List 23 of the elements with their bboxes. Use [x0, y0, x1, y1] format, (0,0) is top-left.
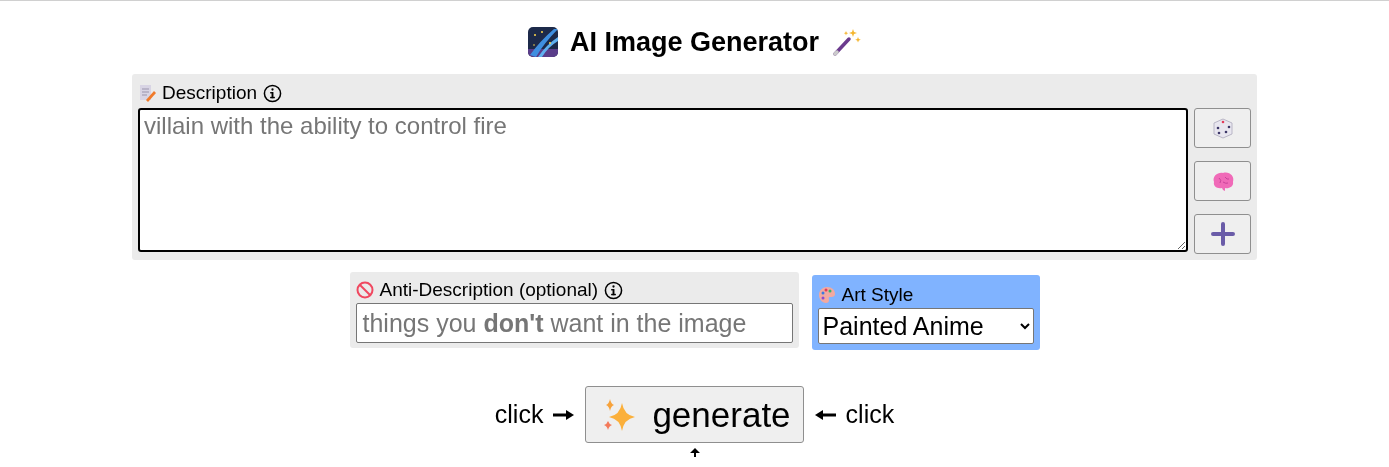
click-hint: click	[845, 400, 895, 429]
generate-button[interactable]: generate	[585, 386, 804, 443]
info-icon[interactable]	[263, 83, 283, 103]
art-style-label: Art Style	[841, 284, 914, 306]
left-arrow-icon	[813, 408, 836, 421]
plus-icon	[1209, 221, 1236, 247]
brain-button[interactable]	[1194, 161, 1251, 201]
page-title: AI Image Generator	[569, 26, 820, 58]
right-arrow-icon	[553, 408, 576, 421]
info-icon[interactable]	[604, 280, 624, 300]
anti-description-field[interactable]: things you don't want in the image	[355, 303, 793, 343]
memo-pencil-icon	[138, 84, 156, 102]
description-field[interactable]: villain with the ability to control fire	[138, 108, 1188, 252]
add-button[interactable]	[1194, 214, 1251, 254]
art-style-dropdown[interactable]: Painted Anime	[817, 308, 1034, 344]
magic-wand-icon	[831, 27, 862, 57]
prohibited-icon	[355, 281, 374, 299]
up-arrow-icon	[688, 447, 701, 457]
anti-description-label: Anti-Description (optional)	[379, 279, 599, 301]
dice-button[interactable]	[1194, 108, 1251, 148]
click-hint: click	[494, 400, 544, 429]
palette-icon	[817, 286, 836, 304]
description-label: Description	[162, 82, 258, 104]
